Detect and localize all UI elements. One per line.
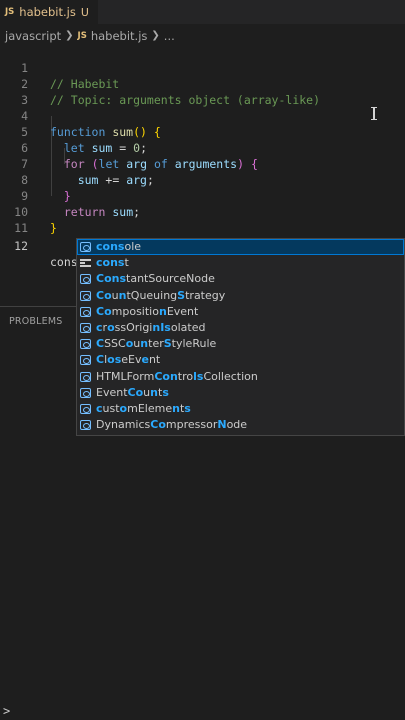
code-line: 1 // Habebit	[0, 44, 405, 91]
suggestion-label: crossOriginIsolated	[96, 321, 206, 334]
code-line-active: 12 cons	[0, 222, 405, 269]
suggestion-item[interactable]: CompositionEvent	[77, 304, 404, 320]
code-line: 7 sum += arg;	[0, 140, 405, 187]
breadcrumb-folder[interactable]: javascript	[5, 29, 61, 43]
breadcrumb: javascript ❯ JS habebit.js ❯ ...	[0, 27, 175, 44]
suggestion-item[interactable]: EventCounts	[77, 385, 404, 401]
code-line: 11	[0, 204, 405, 235]
suggestion-label: CSSCounterStyleRule	[96, 337, 217, 351]
code-line: 10 }	[0, 188, 405, 235]
code-line: 5 let sum = 0;	[0, 108, 405, 155]
suggestion-label: const	[96, 256, 129, 270]
code-line: 2 // Topic: arguments object (array-like…	[0, 60, 405, 107]
variable-icon	[80, 387, 91, 398]
code-line: 9 return sum;	[0, 172, 405, 219]
breadcrumb-file[interactable]: habebit.js	[91, 29, 148, 43]
mouse-ibeam-cursor-icon	[371, 107, 377, 120]
line-number: 12	[14, 239, 28, 253]
untracked-status-badge: U	[80, 5, 89, 19]
variable-icon	[80, 306, 91, 317]
keyword-icon	[80, 258, 91, 268]
autocomplete-suggestion-list[interactable]: console const ConstantSourceNode CountQueui…	[76, 238, 405, 436]
javascript-file-icon: JS	[5, 7, 15, 17]
code-line: 8 }	[0, 156, 405, 203]
variable-icon	[80, 323, 91, 333]
suggestion-item[interactable]: customElements	[77, 401, 404, 417]
variable-icon	[80, 371, 91, 382]
code-line: 3	[0, 76, 405, 107]
variable-icon	[80, 274, 91, 285]
suggestion-item[interactable]: HTMLFormControlsCollection	[77, 369, 404, 385]
variable-icon	[80, 242, 91, 252]
suggestion-item[interactable]: CSSCounterStyleRule	[77, 336, 404, 352]
breadcrumb-symbol[interactable]: ...	[164, 29, 175, 43]
suggestion-label: customElements	[96, 402, 191, 415]
tab-problems[interactable]: PROBLEMS	[9, 316, 62, 327]
suggestion-item[interactable]: console	[77, 239, 404, 256]
variable-icon	[80, 290, 91, 301]
suggestion-label: console	[96, 240, 142, 253]
chevron-right-icon: ❯	[151, 30, 160, 41]
tab-bar: JS habebit.js U	[0, 0, 405, 24]
suggestion-label: HTMLFormControlsCollection	[96, 369, 258, 383]
tab-habebit-js[interactable]: JS habebit.js U	[0, 0, 98, 24]
chevron-right-icon: ❯	[65, 30, 74, 41]
javascript-file-icon: JS	[77, 30, 87, 41]
variable-icon	[80, 355, 91, 366]
suggestion-label: DynamicsCompressorNode	[96, 418, 248, 432]
suggestion-item[interactable]: DynamicsCompressorNode	[77, 417, 404, 433]
code-line: 4 function sum() {	[0, 92, 405, 139]
variable-icon	[80, 339, 91, 350]
suggestion-item[interactable]: const	[77, 255, 404, 271]
suggestion-label: EventCounts	[96, 385, 169, 399]
terminal-prompt[interactable]: >	[3, 704, 10, 718]
variable-icon	[80, 420, 91, 431]
suggestion-label: CloseEvent	[96, 353, 161, 367]
suggestion-item[interactable]: crossOriginIsolated	[77, 320, 404, 336]
suggestion-item[interactable]: CloseEvent	[77, 352, 404, 368]
suggestion-label: CountQueuingStrategy	[96, 288, 226, 302]
suggestion-item[interactable]: ConstantSourceNode	[77, 271, 404, 287]
code-line: 6 for (let arg of arguments) {	[0, 124, 405, 171]
variable-icon	[80, 404, 91, 414]
suggestion-label: ConstantSourceNode	[96, 272, 215, 286]
suggestion-item[interactable]: CountQueuingStrategy	[77, 288, 404, 304]
tab-filename: habebit.js	[19, 5, 76, 19]
suggestion-label: CompositionEvent	[96, 304, 199, 318]
typed-text: cons	[50, 255, 78, 269]
